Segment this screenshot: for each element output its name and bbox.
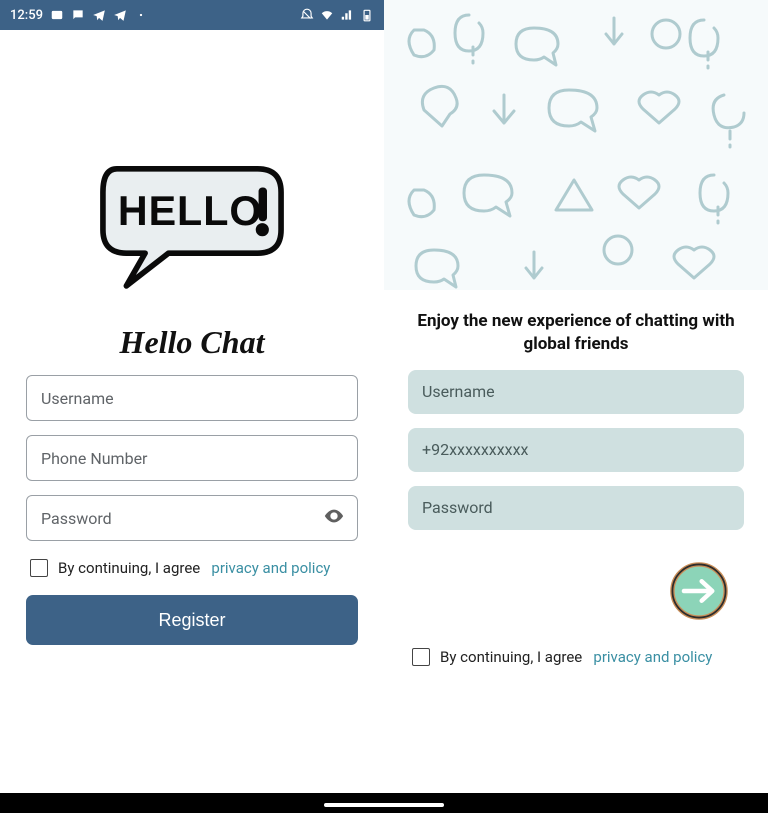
password-placeholder: Password: [41, 509, 112, 528]
username-placeholder: Username: [422, 382, 495, 401]
phone-placeholder: Phone Number: [41, 449, 147, 468]
status-left: 12:59: [10, 8, 148, 23]
password-field[interactable]: Password: [26, 495, 358, 541]
dnd-icon: [300, 8, 314, 22]
status-time: 12:59: [10, 8, 43, 23]
username-field[interactable]: Username: [26, 375, 358, 421]
agree-prefix: By continuing, I agree: [440, 648, 582, 666]
register-button[interactable]: Register: [26, 595, 358, 645]
password-field[interactable]: Password: [408, 486, 744, 530]
doodle-header: [384, 0, 768, 290]
username-placeholder: Username: [41, 389, 114, 408]
battery-icon: [360, 8, 374, 22]
app-title: Hello Chat: [120, 324, 265, 361]
dot-icon: [134, 8, 148, 22]
agree-prefix: By continuing, I agree: [58, 559, 200, 577]
left-phone: 12:59 HELLO: [0, 0, 384, 813]
eye-icon[interactable]: [323, 505, 345, 531]
gesture-pill: [324, 803, 444, 807]
left-content: HELLO Hello Chat Username Phone Number P…: [0, 30, 384, 645]
status-bar: 12:59: [0, 0, 384, 30]
agree-text: By continuing, I agree privacy and polic…: [440, 648, 712, 666]
agree-checkbox[interactable]: [30, 559, 48, 577]
right-content: Enjoy the new experience of chatting wit…: [384, 290, 768, 666]
agree-row: By continuing, I agree privacy and polic…: [408, 648, 744, 666]
username-field[interactable]: Username: [408, 370, 744, 414]
status-right: [300, 8, 374, 22]
agree-text: By continuing, I agree privacy and polic…: [58, 559, 330, 577]
register-label: Register: [158, 610, 225, 631]
telegram-icon: [92, 8, 106, 22]
phone-placeholder: +92xxxxxxxxxx: [422, 440, 528, 459]
right-phone: Enjoy the new experience of chatting wit…: [384, 0, 768, 813]
password-placeholder: Password: [422, 498, 493, 517]
wifi-icon: [320, 8, 334, 22]
phone-field[interactable]: Phone Number: [26, 435, 358, 481]
policy-link[interactable]: privacy and policy: [593, 648, 712, 666]
telegram-icon: [113, 8, 127, 22]
agree-row: By continuing, I agree privacy and polic…: [26, 559, 358, 577]
policy-link[interactable]: privacy and policy: [211, 559, 330, 577]
go-button[interactable]: [668, 560, 730, 622]
phone-field[interactable]: +92xxxxxxxxxx: [408, 428, 744, 472]
agree-checkbox[interactable]: [412, 648, 430, 666]
signal-icon: [340, 8, 354, 22]
svg-text:HELLO: HELLO: [118, 188, 262, 234]
image-icon: [50, 8, 64, 22]
message-icon: [71, 8, 85, 22]
hello-logo: HELLO: [87, 150, 297, 300]
nav-bar: [0, 793, 768, 813]
headline: Enjoy the new experience of chatting wit…: [408, 310, 744, 356]
